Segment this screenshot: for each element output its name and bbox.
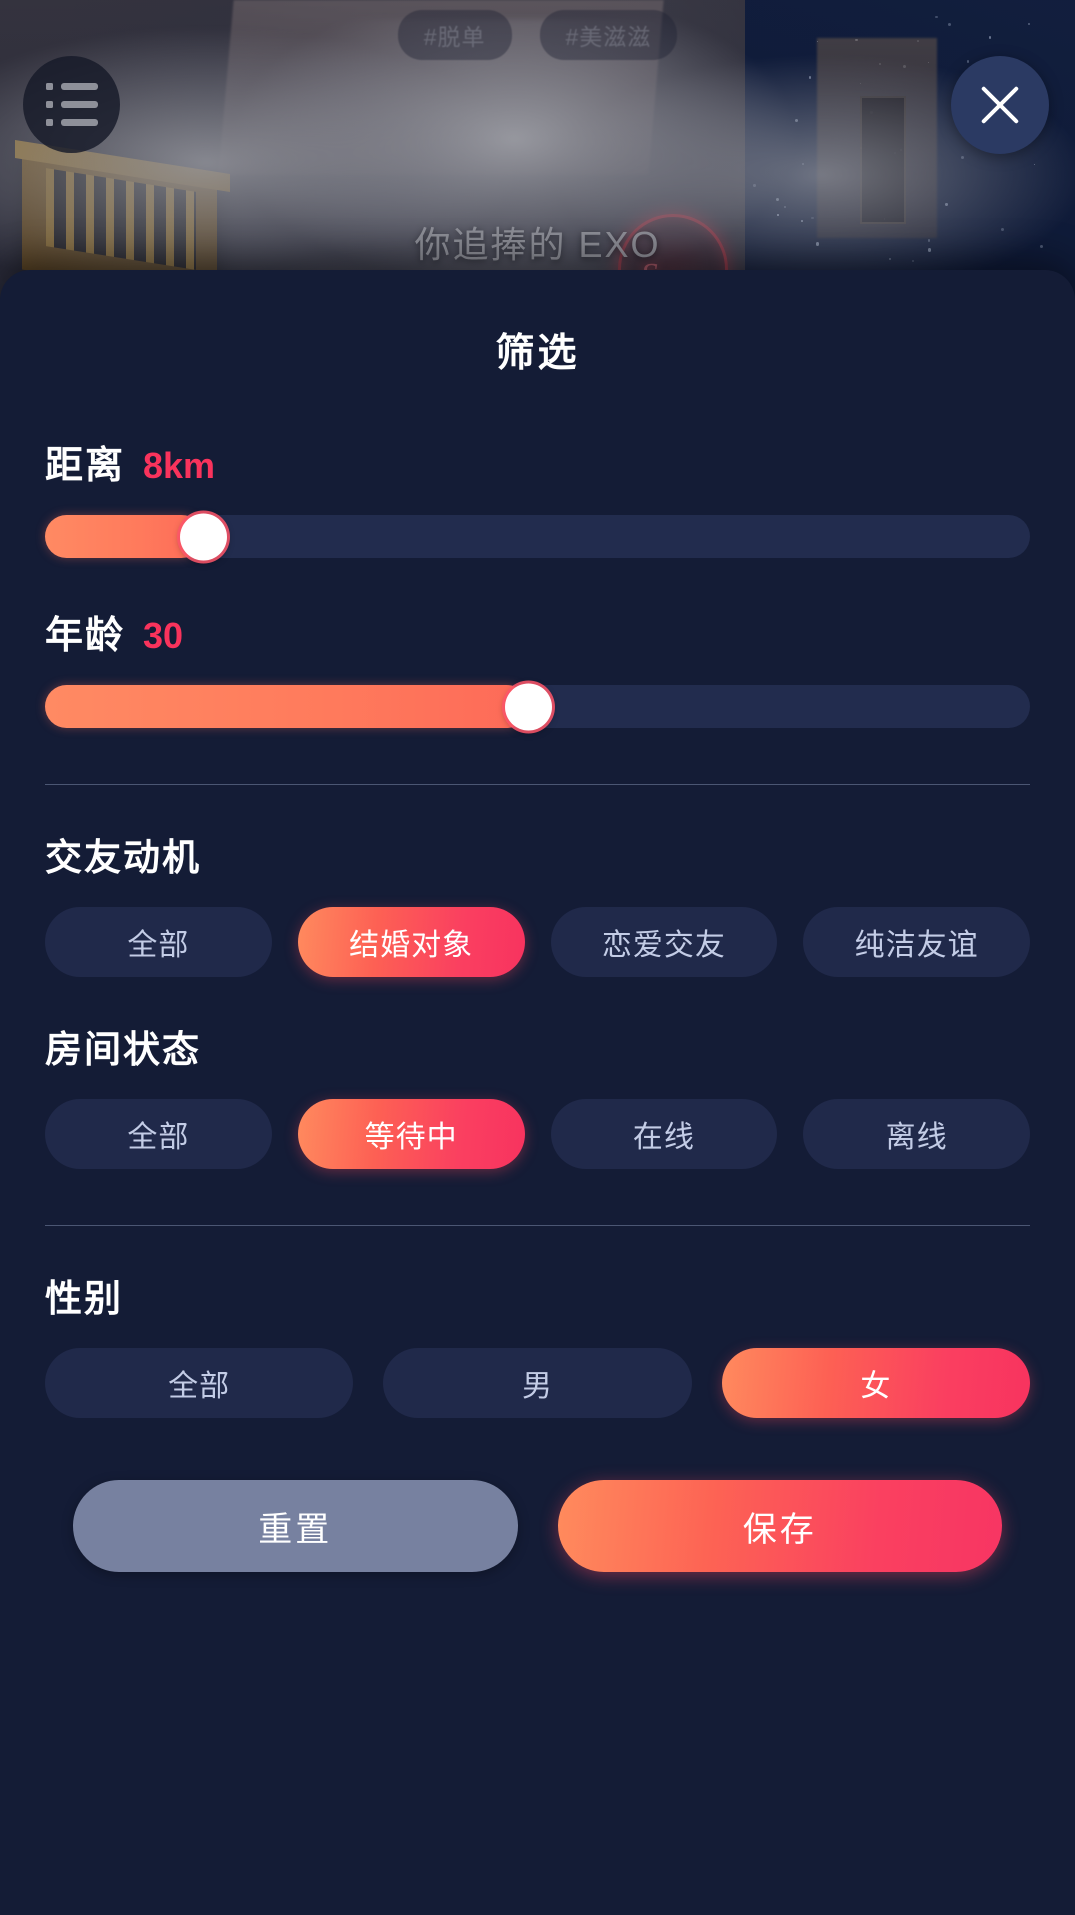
slider-row-age: 年龄 30 (45, 604, 1030, 730)
list-menu-icon (45, 83, 98, 126)
slider-row-distance: 距离 8km (45, 434, 1030, 560)
slider-value-age: 30 (143, 615, 184, 656)
group-gender: 性别 全部 男 女 (45, 1268, 1030, 1418)
close-icon (977, 82, 1023, 128)
chip-motivation-all[interactable]: 全部 (45, 907, 272, 977)
slider-label-distance: 距离 8km (45, 434, 1030, 489)
group-friend-motivation: 交友动机 全部 结婚对象 恋爱交友 纯洁友谊 (45, 827, 1030, 977)
slider-name-distance: 距离 (45, 445, 126, 487)
chip-motivation-friendship[interactable]: 纯洁友谊 (803, 907, 1030, 977)
chip-gender-female[interactable]: 女 (721, 1348, 1030, 1418)
slider-value-distance: 8km (143, 445, 216, 486)
save-button[interactable]: 保存 (557, 1480, 1002, 1572)
section-divider (45, 784, 1030, 785)
chip-row-room-status: 全部 等待中 在线 离线 (45, 1099, 1030, 1169)
chip-status-online[interactable]: 在线 (550, 1099, 778, 1169)
sheet-title: 筛选 (495, 332, 580, 375)
group-title-friend-motivation: 交友动机 (45, 837, 201, 878)
slider-label-age: 年龄 30 (45, 604, 1030, 659)
app-screen: S 你追捧的 EXO #脱单 #美滋滋 筛选 距离 8km (0, 0, 1075, 1915)
group-room-status: 房间状态 全部 等待中 在线 离线 (45, 1019, 1030, 1169)
chip-motivation-dating[interactable]: 恋爱交友 (550, 907, 778, 977)
chip-status-all[interactable]: 全部 (45, 1099, 272, 1169)
age-slider-thumb[interactable] (504, 683, 552, 730)
chip-status-waiting[interactable]: 等待中 (297, 1099, 525, 1169)
age-slider-fill (45, 685, 528, 728)
chip-status-offline[interactable]: 离线 (803, 1099, 1030, 1169)
close-button[interactable] (951, 56, 1049, 154)
chip-gender-male[interactable]: 男 (383, 1348, 692, 1418)
reset-button[interactable]: 重置 (73, 1480, 518, 1572)
section-divider-gender (45, 1225, 1030, 1226)
distance-slider-track[interactable] (45, 513, 1030, 560)
distance-slider-thumb[interactable] (179, 513, 227, 560)
chip-gender-all[interactable]: 全部 (45, 1348, 354, 1418)
group-title-room-status: 房间状态 (45, 1029, 201, 1070)
slider-name-age: 年龄 (45, 615, 126, 657)
chip-motivation-marriage[interactable]: 结婚对象 (297, 907, 525, 977)
chip-row-friend-motivation: 全部 结婚对象 恋爱交友 纯洁友谊 (45, 907, 1030, 977)
sheet-actions: 重置 保存 (45, 1480, 1030, 1572)
menu-button[interactable] (23, 56, 120, 153)
filter-sheet: 筛选 距离 8km 年龄 30 交友动机 全部 结婚对象 恋爱交友 纯洁友谊 房… (0, 270, 1075, 1915)
group-title-gender: 性别 (45, 1278, 123, 1319)
age-slider-track[interactable] (45, 683, 1030, 730)
chip-row-gender: 全部 男 女 (45, 1348, 1030, 1418)
